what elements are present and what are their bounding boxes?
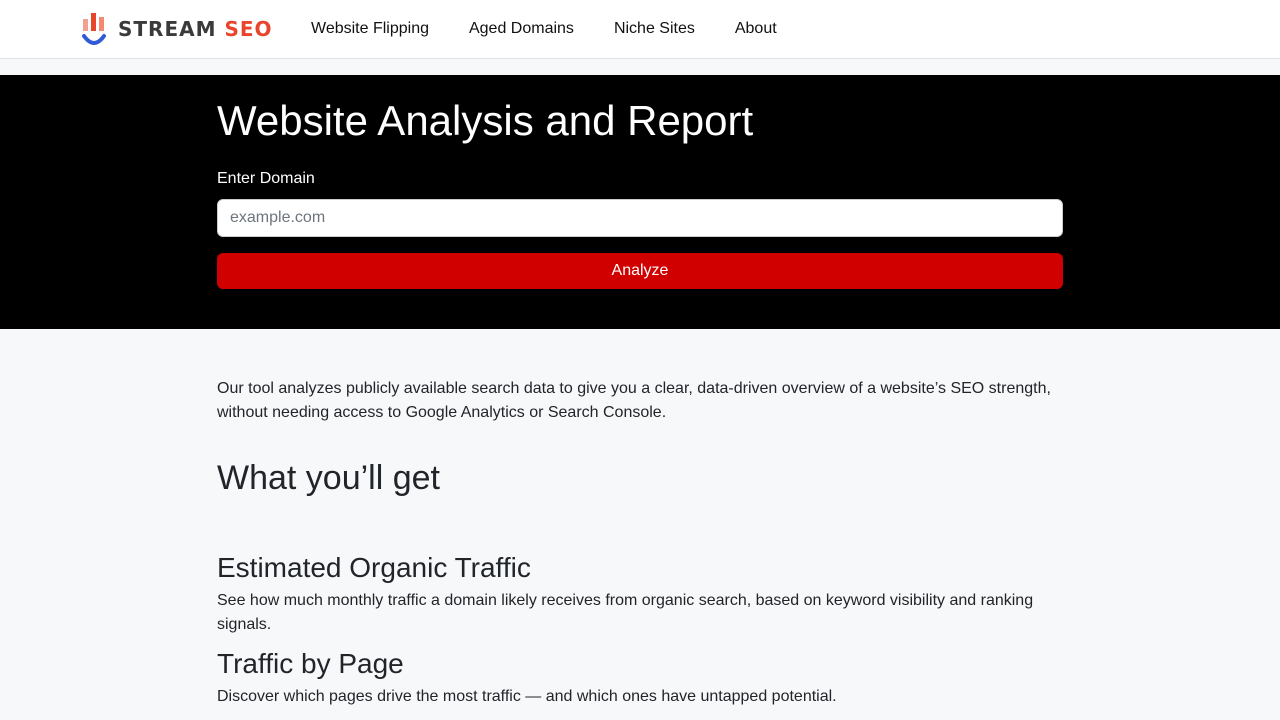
feature-description: See how much monthly traffic a domain li… [217, 592, 1034, 633]
nav-item-aged-domains[interactable]: Aged Domains [469, 19, 574, 39]
feature-item: Traffic by Page Discover which pages dri… [217, 647, 1063, 709]
brand-wordmark: STREAM SEO [118, 17, 273, 41]
feature-title: Estimated Organic Traffic [217, 552, 531, 583]
stream-seo-logo-icon [82, 13, 106, 45]
brand-name-part1: STREAM [118, 17, 217, 41]
brand-name-part2: SEO [224, 17, 273, 41]
brand-logo[interactable]: STREAM SEO [82, 12, 273, 46]
analyze-button[interactable]: Analyze [217, 253, 1063, 289]
feature-description: Discover which pages drive the most traf… [217, 688, 837, 705]
page-title: Website Analysis and Report [217, 97, 754, 144]
top-navbar: STREAM SEO Website Flipping Aged Domains… [0, 0, 1280, 59]
feature-title: Traffic by Page [217, 648, 404, 679]
intro-text: Our tool analyzes publicly available sea… [217, 380, 1051, 421]
section-title: What you’ll get [217, 459, 440, 497]
feature-item: Estimated Organic Traffic See how much m… [217, 551, 1063, 637]
nav-item-about[interactable]: About [735, 19, 777, 39]
nav-item-niche-sites[interactable]: Niche Sites [614, 19, 695, 39]
main-nav: Website Flipping Aged Domains Niche Site… [311, 19, 817, 39]
domain-label: Enter Domain [217, 170, 315, 187]
hero-section: Website Analysis and Report Enter Domain… [0, 75, 1280, 329]
domain-input[interactable] [217, 199, 1063, 237]
main-content: Our tool analyzes publicly available sea… [217, 377, 1063, 719]
nav-item-website-flipping[interactable]: Website Flipping [311, 19, 429, 39]
